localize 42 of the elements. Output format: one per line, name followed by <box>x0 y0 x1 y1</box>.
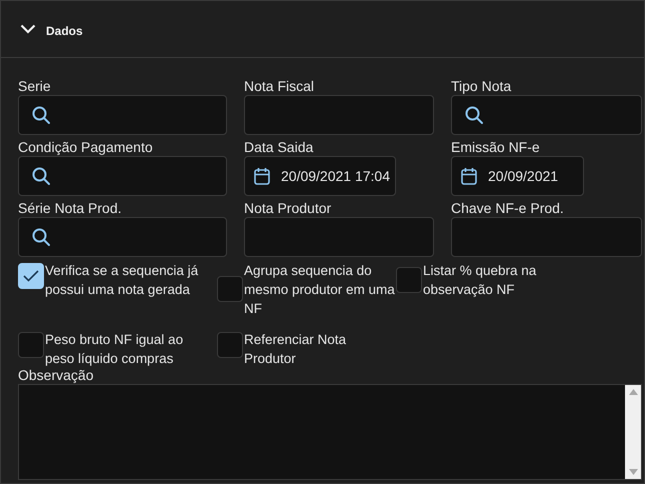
search-field[interactable] <box>451 95 642 135</box>
field-label: Nota Produtor <box>244 200 332 216</box>
field-label: Serie <box>18 78 52 94</box>
field-label: Data Saida <box>244 139 314 155</box>
checkbox[interactable] <box>217 276 243 302</box>
checkbox[interactable] <box>396 267 422 293</box>
check-icon <box>23 270 39 282</box>
checkbox-label: Referenciar Nota Produtor <box>244 331 348 368</box>
field-label: Observação <box>18 367 94 383</box>
input-field[interactable] <box>451 217 642 257</box>
checkbox-label: Verifica se a sequencia já possui uma nota gerada <box>45 262 200 299</box>
scrollbar[interactable] <box>625 385 641 479</box>
field-label: Emissão NF-e <box>451 139 541 155</box>
chevron-down-icon <box>20 24 36 34</box>
checkbox[interactable] <box>18 332 44 358</box>
input-field[interactable] <box>244 217 434 257</box>
calendar-icon <box>254 167 270 185</box>
search-icon <box>31 105 51 125</box>
date-field[interactable]: 20/09/2021 <box>451 156 584 196</box>
section-title: Dados <box>46 24 83 38</box>
date-field[interactable]: 20/09/2021 17:04 <box>244 156 396 196</box>
checkbox-label: Listar % quebra na observação NF <box>423 262 538 299</box>
calendar-icon <box>461 167 477 185</box>
scroll-down-icon[interactable] <box>628 469 638 475</box>
search-field[interactable] <box>18 95 227 135</box>
input-field[interactable] <box>244 95 434 135</box>
field-label: Chave NF-e Prod. <box>451 200 565 216</box>
search-icon <box>31 166 51 186</box>
checkbox-label: Peso bruto NF igual ao peso líquido compras <box>45 331 184 368</box>
search-field[interactable] <box>18 156 227 196</box>
field-label: Tipo Nota <box>451 78 512 94</box>
checkbox[interactable] <box>217 332 243 358</box>
scroll-up-icon[interactable] <box>628 389 638 395</box>
search-icon <box>464 105 484 125</box>
field-label: Série Nota Prod. <box>18 200 122 216</box>
collapse-toggle[interactable] <box>20 24 36 34</box>
field-label: Nota Fiscal <box>244 78 316 94</box>
field-label: Condição Pagamento <box>18 139 154 155</box>
search-field[interactable] <box>18 217 227 257</box>
checkbox-label: Agrupa sequencia do mesmo produtor em uma NF <box>244 262 396 318</box>
observation-textarea[interactable] <box>18 384 642 480</box>
search-icon <box>31 227 51 247</box>
